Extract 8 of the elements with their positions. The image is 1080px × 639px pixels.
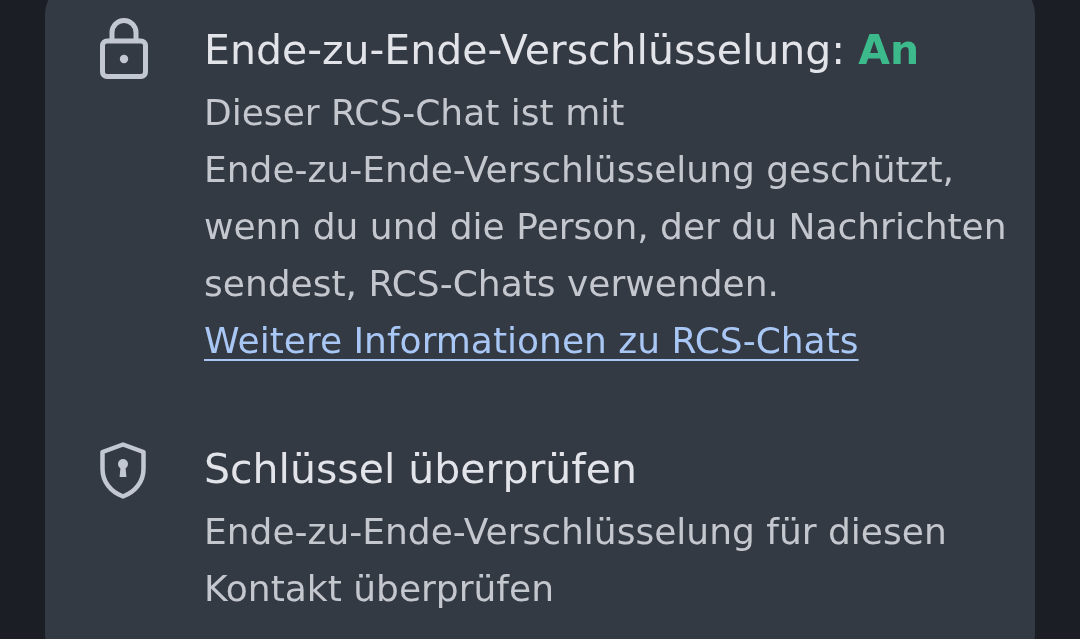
shield-keyhole-icon xyxy=(100,442,146,499)
status-text: An xyxy=(858,26,920,74)
setting-title: Schlüssel überprüfen xyxy=(204,445,637,493)
setting-title: Ende-zu-Ende-Verschlüsselung: xyxy=(204,26,846,74)
padlock-icon xyxy=(100,18,148,79)
description-text: Dieser RCS-Chat ist mit Ende-zu-Ende-Verschlüsselung geschützt, wenn du und die Person, der du Nachrichten sendest, RCS-Chats verwenden. Weitere Informationen zu RCS-Chats xyxy=(204,91,1008,363)
description-text: Ende-zu-Ende-Verschlüsselung für diesen Kontakt überprüfen xyxy=(204,510,948,611)
learn-more-link[interactable]: Weitere Informationen zu RCS-Chats xyxy=(204,320,859,361)
